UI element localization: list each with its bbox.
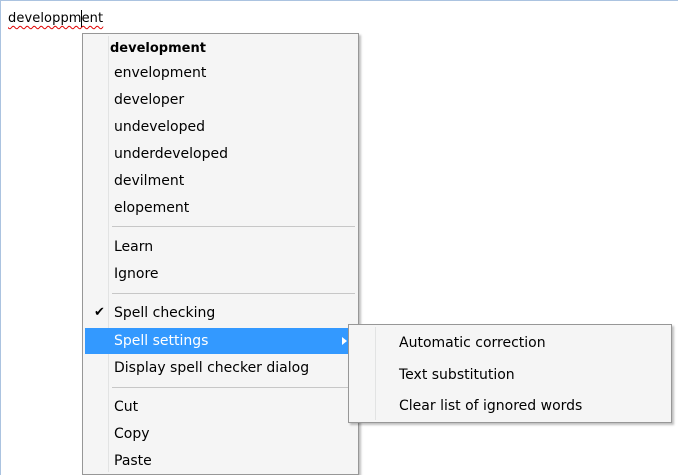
suggestion-item[interactable]: devilment: [85, 168, 356, 194]
suggestion-item[interactable]: developer: [85, 87, 356, 113]
menu-separator: [112, 226, 355, 227]
spell-checking-menu-item[interactable]: ✔ Spell checking: [85, 300, 356, 326]
misspelled-word[interactable]: developpment: [8, 11, 103, 26]
automatic-correction-menu-item[interactable]: Automatic correction: [351, 328, 669, 358]
suggestion-item[interactable]: underdeveloped: [85, 141, 356, 167]
text-caret: [81, 10, 82, 27]
suggestion-header[interactable]: development: [85, 39, 356, 59]
paste-menu-item[interactable]: Paste: [85, 448, 356, 474]
text-substitution-menu-item[interactable]: Text substitution: [351, 360, 669, 390]
check-icon: ✔: [94, 305, 105, 320]
chevron-right-icon: [342, 337, 347, 345]
menu-separator: [112, 387, 355, 388]
suggestion-item[interactable]: envelopment: [85, 60, 356, 86]
copy-menu-item[interactable]: Copy: [85, 421, 356, 447]
learn-menu-item[interactable]: Learn: [85, 234, 356, 260]
spell-settings-submenu: Automatic correction Text substitution C…: [348, 324, 672, 423]
spell-checking-label: Spell checking: [114, 305, 216, 321]
spell-settings-label: Spell settings: [114, 333, 209, 349]
menu-separator: [112, 293, 355, 294]
ignore-menu-item[interactable]: Ignore: [85, 261, 356, 287]
clear-ignored-words-menu-item[interactable]: Clear list of ignored words: [351, 391, 669, 421]
suggestion-item[interactable]: elopement: [85, 195, 356, 221]
display-spell-checker-dialog-menu-item[interactable]: Display spell checker dialog: [85, 355, 356, 381]
spell-settings-menu-item[interactable]: Spell settings: [85, 328, 356, 354]
spell-context-menu: development envelopment developer undeve…: [82, 33, 359, 475]
suggestion-item[interactable]: undeveloped: [85, 114, 356, 140]
cut-menu-item[interactable]: Cut: [85, 394, 356, 420]
